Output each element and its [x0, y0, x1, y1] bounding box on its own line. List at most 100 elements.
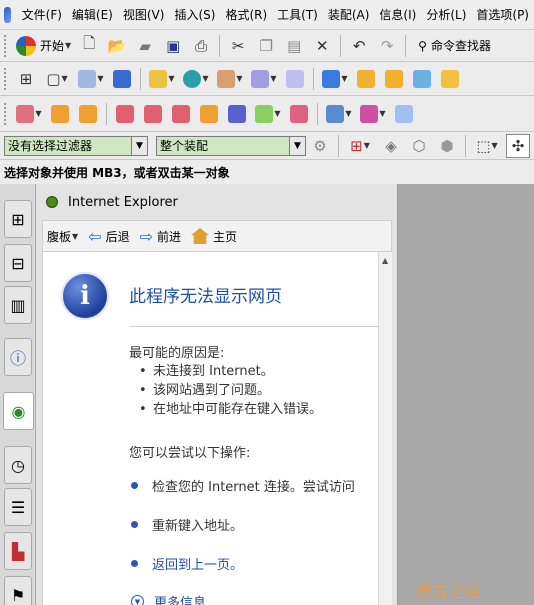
- bridge-icon[interactable]: [225, 102, 249, 126]
- forward-button[interactable]: ⇨ 前进: [140, 227, 181, 246]
- delete-icon[interactable]: ✕: [310, 34, 334, 58]
- page-dropdown[interactable]: 腹板 ▼: [47, 228, 78, 245]
- menu-file[interactable]: 文件(F): [17, 6, 67, 23]
- home-icon: [191, 228, 210, 244]
- paste-icon[interactable]: ▤: [282, 34, 306, 58]
- sew-icon[interactable]: [438, 67, 462, 91]
- chamfer-icon[interactable]: [283, 67, 307, 91]
- toolbar-grip[interactable]: [4, 102, 8, 125]
- type-filter-select[interactable]: 没有选择过滤器 ▼: [4, 135, 148, 156]
- select-body-icon[interactable]: ⬢: [435, 134, 459, 158]
- menu-format[interactable]: 格式(R): [220, 6, 272, 23]
- ruled-icon[interactable]: [141, 102, 165, 126]
- curve-icon[interactable]: ▼: [14, 102, 44, 126]
- system-materials-tab[interactable]: ☰: [4, 488, 32, 526]
- home-button[interactable]: 主页: [191, 228, 237, 245]
- reason-item: 该网站遇到了问题。: [139, 381, 322, 400]
- new-icon[interactable]: 🗋: [77, 34, 101, 58]
- copy-icon[interactable]: ❐: [254, 34, 278, 58]
- open-icon[interactable]: 📂: [105, 34, 129, 58]
- menu-insert[interactable]: 插入(S): [169, 6, 220, 23]
- menu-preferences[interactable]: 首选项(P): [471, 6, 534, 23]
- assembly-navigator-icon[interactable]: ⊞: [14, 67, 38, 91]
- offset-surface-icon[interactable]: [76, 102, 100, 126]
- sketch-icon[interactable]: ▢ ▼: [42, 67, 72, 91]
- extrude-icon[interactable]: ▼: [76, 67, 106, 91]
- web-info-icon[interactable]: ⓘ: [4, 338, 32, 376]
- chevron-down-icon[interactable]: ▼: [289, 136, 305, 155]
- part-navigator-tab[interactable]: ⊟: [4, 244, 32, 282]
- start-button[interactable]: 开始 ▼: [12, 35, 75, 56]
- rectangle-select-icon[interactable]: ⬚ ▼: [472, 134, 502, 158]
- vertical-scrollbar[interactable]: ▲: [378, 252, 392, 605]
- process-studio-tab[interactable]: ▙: [4, 532, 32, 570]
- back-arrow-icon: ⇦: [88, 226, 102, 246]
- web-browser-tab[interactable]: ◉: [3, 392, 34, 430]
- select-feature-icon[interactable]: ◈: [379, 134, 403, 158]
- edge-blend-icon[interactable]: ▼: [249, 67, 279, 91]
- cylinder-icon[interactable]: ▼: [215, 67, 245, 91]
- action-go-back-link[interactable]: 返回到上一页。: [131, 554, 243, 573]
- graphics-window[interactable]: [398, 184, 534, 605]
- scroll-up-icon[interactable]: ▲: [382, 256, 388, 265]
- mesh-curves-icon[interactable]: [169, 102, 193, 126]
- ie-browser-panel: Internet Explorer 腹板 ▼ ⇦ 后退 ⇨ 前进 主页 i 此程…: [36, 184, 398, 605]
- mesh-icon[interactable]: [410, 67, 434, 91]
- selection-bar: 没有选择过滤器 ▼ 整个装配 ▼ ⚙ ⊞ ▼ ◈ ⬡ ⬢ ⬚ ▼ ✣: [0, 132, 534, 160]
- polygon-icon[interactable]: ▼: [358, 102, 388, 126]
- separator: [465, 134, 466, 157]
- filter-settings-icon[interactable]: ⚙: [308, 134, 332, 158]
- law-curve-icon[interactable]: [48, 102, 72, 126]
- separator: [140, 67, 141, 90]
- block-icon[interactable]: [110, 67, 134, 91]
- menu-tools[interactable]: 工具(T): [272, 6, 323, 23]
- more-info-link[interactable]: ▼ 更多信息: [131, 592, 206, 605]
- undo-icon[interactable]: ↶: [347, 34, 371, 58]
- select-face-icon[interactable]: ⬡: [407, 134, 431, 158]
- history-tab[interactable]: ◷: [4, 446, 32, 484]
- swept-icon[interactable]: [382, 67, 406, 91]
- action-label: 更多信息: [154, 596, 207, 605]
- trim-icon[interactable]: [197, 102, 221, 126]
- open-part-icon[interactable]: ▰: [133, 34, 157, 58]
- page-label: 腹板: [47, 229, 72, 244]
- command-finder-button[interactable]: ⚲ 命令查找器: [414, 37, 495, 54]
- chevron-down-icon[interactable]: ▼: [131, 136, 147, 155]
- separator: [219, 34, 221, 57]
- assembly-navigator-tab[interactable]: ⊞: [4, 200, 32, 238]
- scope-select[interactable]: 整个装配 ▼: [156, 135, 306, 156]
- point-icon[interactable]: ▼: [181, 67, 211, 91]
- surface-icon[interactable]: [354, 67, 378, 91]
- reuse-library-tab[interactable]: ▥: [4, 286, 32, 324]
- save-icon[interactable]: ▣: [161, 34, 185, 58]
- action-label: 重新键入地址。: [152, 519, 244, 534]
- scope-value: 整个装配: [160, 139, 209, 153]
- studio-surface-icon[interactable]: ▼: [253, 102, 283, 126]
- toolbar-grip[interactable]: [4, 34, 8, 57]
- shell-icon[interactable]: ▼: [320, 67, 350, 91]
- draft-icon[interactable]: ▼: [324, 102, 354, 126]
- separator: [313, 67, 314, 90]
- general-select-icon[interactable]: ✣: [506, 133, 530, 158]
- redo-icon[interactable]: ↷: [375, 34, 399, 58]
- ie-logo-icon: [46, 196, 58, 208]
- divider: [129, 326, 378, 327]
- datum-plane-icon[interactable]: ▼: [147, 67, 177, 91]
- action-check-connection[interactable]: 检查您的 Internet 连接。尝试访问: [131, 476, 355, 495]
- menu-analysis[interactable]: 分析(L): [421, 6, 471, 23]
- toolbar-grip[interactable]: [4, 67, 8, 90]
- menu-info[interactable]: 信息(I): [374, 6, 421, 23]
- app-icon[interactable]: [4, 6, 11, 23]
- analysis-icon[interactable]: [287, 102, 311, 126]
- back-button[interactable]: ⇦ 后退: [88, 227, 129, 246]
- cut-icon[interactable]: ✂: [226, 34, 250, 58]
- x-form-icon[interactable]: [392, 102, 416, 126]
- through-curves-icon[interactable]: [113, 102, 137, 126]
- try-heading: 您可以尝试以下操作:: [129, 446, 251, 461]
- menu-edit[interactable]: 编辑(E): [67, 6, 118, 23]
- menu-assembly[interactable]: 装配(A): [323, 6, 375, 23]
- roles-tab[interactable]: ⚑: [4, 576, 32, 605]
- snap-point-icon[interactable]: ⊞ ▼: [345, 134, 375, 158]
- print-icon[interactable]: ⎙: [189, 34, 213, 58]
- menu-view[interactable]: 视图(V): [118, 6, 170, 23]
